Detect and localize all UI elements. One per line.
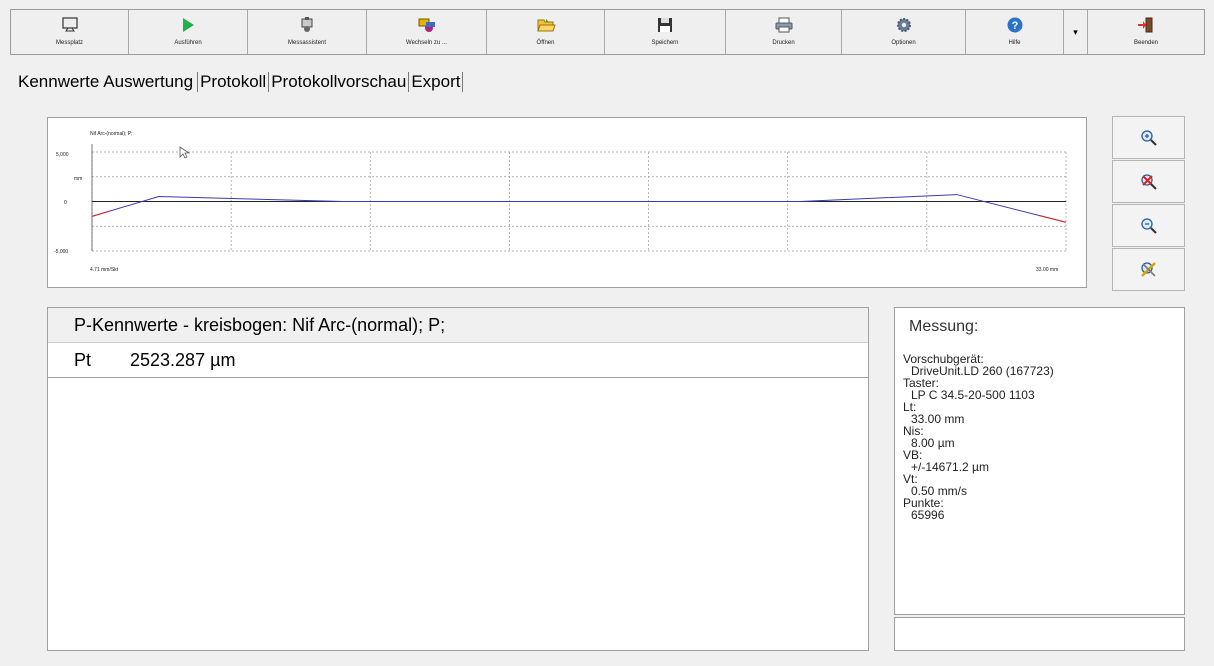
folder-open-icon xyxy=(535,15,557,35)
chart-grid xyxy=(91,144,1067,252)
tab-bar: Kennwerte Auswertung Protokoll Protokoll… xyxy=(16,71,464,93)
series-end-segment xyxy=(91,210,109,217)
ausfuehren-button[interactable]: Ausführen xyxy=(129,10,248,54)
y-tick-zero: 0 xyxy=(64,200,67,206)
help-icon: ? xyxy=(1004,15,1026,35)
zoom-reset-icon xyxy=(1140,173,1157,190)
tab-protokollvorschau[interactable]: Protokollvorschau xyxy=(269,72,410,92)
tab-kennwerte[interactable]: Kennwerte xyxy=(16,72,101,92)
nis-value: 8.00 µm xyxy=(911,436,955,450)
results-header: P-Kennwerte - kreisbogen: Nif Arc-(norma… xyxy=(48,308,868,343)
chart-canvas: Nif Arc-(normal); P; 5,000 mm 0 -5,000 4… xyxy=(54,131,1067,273)
tab-protokoll[interactable]: Protokoll xyxy=(198,72,270,92)
hilfe-button[interactable]: ? Hilfe xyxy=(966,10,1064,54)
optionen-button[interactable]: Optionen xyxy=(842,10,966,54)
play-icon xyxy=(177,15,199,35)
vorschubgeraet-value: DriveUnit.LD 260 (167723) xyxy=(911,364,1054,378)
vt-value: 0.50 mm/s xyxy=(911,484,968,498)
chevron-down-icon: ▾ xyxy=(1073,26,1078,37)
vb-value: +/-14671.2 µm xyxy=(911,460,989,474)
punkte-label: Punkte: xyxy=(903,496,944,510)
measurement-details: Vorschubgerät: DriveUnit.LD 260 (167723)… xyxy=(903,353,1184,521)
hilfe-dropdown-button[interactable]: ▾ xyxy=(1064,10,1088,54)
exit-door-icon xyxy=(1135,15,1157,35)
x-range-label: 33.00 mm xyxy=(1036,267,1058,273)
y-tick-bottom: -5,000 xyxy=(54,249,68,255)
series-line-0 xyxy=(91,194,1067,223)
messplatz-button[interactable]: Messplatz xyxy=(11,10,129,54)
results-panel: P-Kennwerte - kreisbogen: Nif Arc-(norma… xyxy=(47,307,869,651)
wechseln-button[interactable]: Wechseln zu ... xyxy=(367,10,487,54)
lt-value: 33.00 mm xyxy=(911,412,965,426)
result-row[interactable]: Pt 2523.287 µm xyxy=(48,343,868,378)
series-end-segment xyxy=(1038,214,1067,223)
drucken-button[interactable]: Drucken xyxy=(726,10,842,54)
speichern-button[interactable]: Speichern xyxy=(605,10,726,54)
punkte-value: 65996 xyxy=(911,508,945,522)
oeffnen-button[interactable]: Öffnen xyxy=(487,10,605,54)
save-icon xyxy=(654,15,676,35)
chart-title: Nif Arc-(normal); P; xyxy=(90,131,133,137)
y-tick-top: 5,000 xyxy=(56,152,69,158)
zoom-tools-icon xyxy=(1140,261,1156,277)
svg-text:?: ? xyxy=(1011,20,1018,32)
mouse-cursor-icon xyxy=(179,146,191,159)
zoom-reset-button[interactable] xyxy=(1112,160,1185,203)
zoom-tools-button[interactable] xyxy=(1112,248,1185,291)
zoom-out-icon xyxy=(1140,217,1157,234)
measurement-info-panel: Messung: Vorschubgerät: DriveUnit.LD 260… xyxy=(894,307,1185,615)
y-unit-label: mm xyxy=(74,176,82,182)
measurement-title: Messung: xyxy=(909,318,979,335)
monitor-icon xyxy=(59,15,81,35)
result-value: 2523.287 µm xyxy=(130,349,236,370)
messassistent-button[interactable]: Messassistent xyxy=(248,10,367,54)
taster-value: LP C 34.5-20-500 1103 xyxy=(911,388,1035,402)
profile-chart[interactable]: Nif Arc-(normal); P; 5,000 mm 0 -5,000 4… xyxy=(47,117,1087,288)
wizard-icon xyxy=(296,15,318,35)
toolbar: Messplatz Ausführen Messassistent Wechse… xyxy=(10,9,1205,55)
tab-auswertung[interactable]: Auswertung xyxy=(101,72,199,92)
measurement-footer-box xyxy=(894,617,1185,651)
tab-export[interactable]: Export xyxy=(409,72,464,92)
switch-icon xyxy=(416,15,438,35)
zoom-in-button[interactable] xyxy=(1112,116,1185,159)
printer-icon xyxy=(773,15,795,35)
gear-icon xyxy=(893,15,915,35)
zoom-out-button[interactable] xyxy=(1112,204,1185,247)
x-scale-label: 4.71 mm/Skt xyxy=(90,267,119,273)
beenden-button[interactable]: Beenden xyxy=(1088,10,1204,54)
zoom-in-icon xyxy=(1140,129,1157,146)
result-key: Pt xyxy=(74,349,92,370)
chart-series xyxy=(91,194,1067,223)
